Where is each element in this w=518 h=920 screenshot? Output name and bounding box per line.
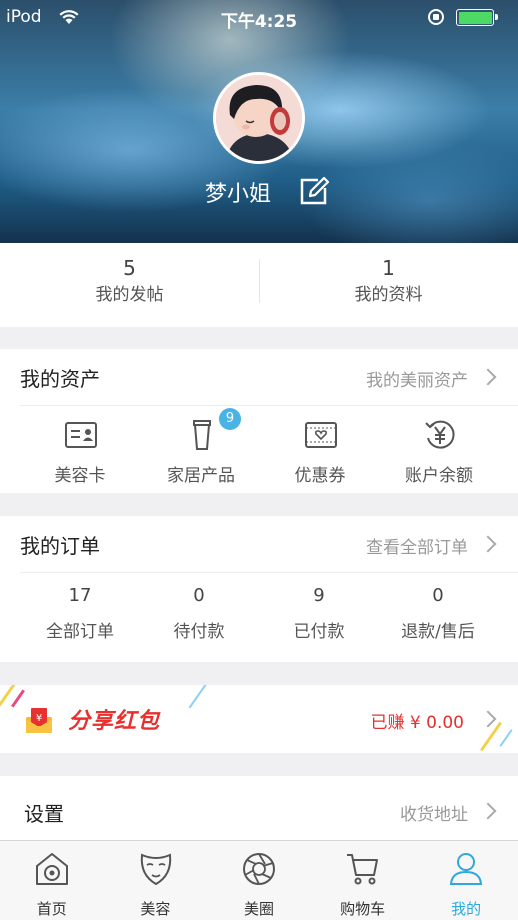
asset-label: 美容卡 <box>54 466 106 486</box>
chevron-right-icon <box>479 710 497 728</box>
divider <box>20 405 518 406</box>
avatar-illustration <box>216 75 302 161</box>
divider <box>20 572 518 573</box>
section-title: 我的资产 <box>20 367 100 391</box>
asset-label: 家居产品 <box>167 466 235 486</box>
tab-me[interactable]: 我的 <box>414 841 518 920</box>
tab-home[interactable]: 首页 <box>0 841 104 920</box>
section-link: 我的美丽资产 <box>366 371 468 391</box>
asset-label: 账户余额 <box>405 466 473 486</box>
battery-icon <box>456 9 498 26</box>
svg-text:¥: ¥ <box>36 713 42 724</box>
user-icon <box>450 853 483 885</box>
earned-amount: 已赚 ¥ 0.00 <box>370 713 464 733</box>
chevron-right-icon <box>479 802 497 820</box>
face-mask-icon <box>140 853 171 886</box>
stat-value: 1 <box>382 256 395 280</box>
aperture-icon <box>243 853 276 885</box>
asset-label: 优惠券 <box>294 466 346 486</box>
chevron-right-icon <box>479 368 497 386</box>
tab-label: 美容 <box>140 900 171 918</box>
share-title: 分享红包 <box>68 709 161 734</box>
section-title: 我的订单 <box>20 534 100 558</box>
avatar[interactable] <box>213 72 305 164</box>
red-envelope-icon: ¥ <box>26 708 52 733</box>
tab-bar: 首页 美容 美圈 购物车 我的 <box>0 840 518 920</box>
profile-stats: 5 我的发帖 1 我的资料 <box>0 243 518 327</box>
order-label: 已付款 <box>293 622 345 642</box>
cart-icon <box>346 854 378 885</box>
tab-circle[interactable]: 美圈 <box>207 841 311 920</box>
share-red-packet-row[interactable]: ¥ 分享红包 已赚 ¥ 0.00 <box>0 685 518 753</box>
chevron-right-icon <box>479 535 497 553</box>
decor-stripe <box>499 729 513 747</box>
edit-icon[interactable] <box>298 176 330 206</box>
stat-label: 我的发帖 <box>95 285 164 305</box>
tab-beauty[interactable]: 美容 <box>104 841 208 920</box>
stat-posts[interactable]: 5 我的发帖 <box>0 255 259 309</box>
section-link: 查看全部订单 <box>366 538 468 558</box>
assets-section: 我的资产 我的美丽资产 美容卡 9 家居产品 优惠券 账户余额 <box>0 349 518 493</box>
status-bar: iPod 下午4:25 <box>0 0 518 34</box>
yen-icon <box>425 420 455 449</box>
tab-label: 首页 <box>36 900 67 918</box>
tab-label: 美圈 <box>243 900 274 918</box>
username: 梦小姐 <box>205 182 272 207</box>
assets-header[interactable]: 我的资产 我的美丽资产 <box>0 349 518 405</box>
order-count: 17 <box>68 585 92 606</box>
settings-title: 设置 <box>24 802 64 826</box>
profile-header: iPod 下午4:25 梦小姐 <box>0 0 518 243</box>
order-count: 0 <box>193 585 205 606</box>
orders-section: 我的订单 查看全部订单 17 全部订单 0 待付款 9 已付款 0 退款/售后 <box>0 516 518 662</box>
badge-count: 9 <box>219 408 241 430</box>
order-label: 待付款 <box>173 622 225 642</box>
shipping-address-link: 收货地址 <box>400 805 468 825</box>
tab-label: 我的 <box>451 900 482 918</box>
rotation-lock-icon <box>428 9 444 25</box>
tab-cart[interactable]: 购物车 <box>311 841 415 920</box>
order-count: 9 <box>313 585 325 606</box>
home-icon <box>36 853 68 885</box>
order-label: 全部订单 <box>46 622 114 642</box>
cup-icon <box>193 420 211 450</box>
stat-profile[interactable]: 1 我的资料 <box>259 255 518 309</box>
order-count: 0 <box>432 585 444 606</box>
coupon-icon <box>305 422 337 448</box>
decor-stripe <box>480 721 502 752</box>
card-icon <box>65 422 97 448</box>
tab-label: 购物车 <box>340 900 386 918</box>
order-label: 退款/售后 <box>401 622 475 642</box>
stat-value: 5 <box>123 256 136 280</box>
settings-row[interactable]: 设置 收货地址 <box>0 776 518 840</box>
orders-header[interactable]: 我的订单 查看全部订单 <box>0 516 518 572</box>
stat-label: 我的资料 <box>354 285 423 305</box>
decor-stripe <box>188 685 210 709</box>
decor-stripe <box>11 689 25 708</box>
